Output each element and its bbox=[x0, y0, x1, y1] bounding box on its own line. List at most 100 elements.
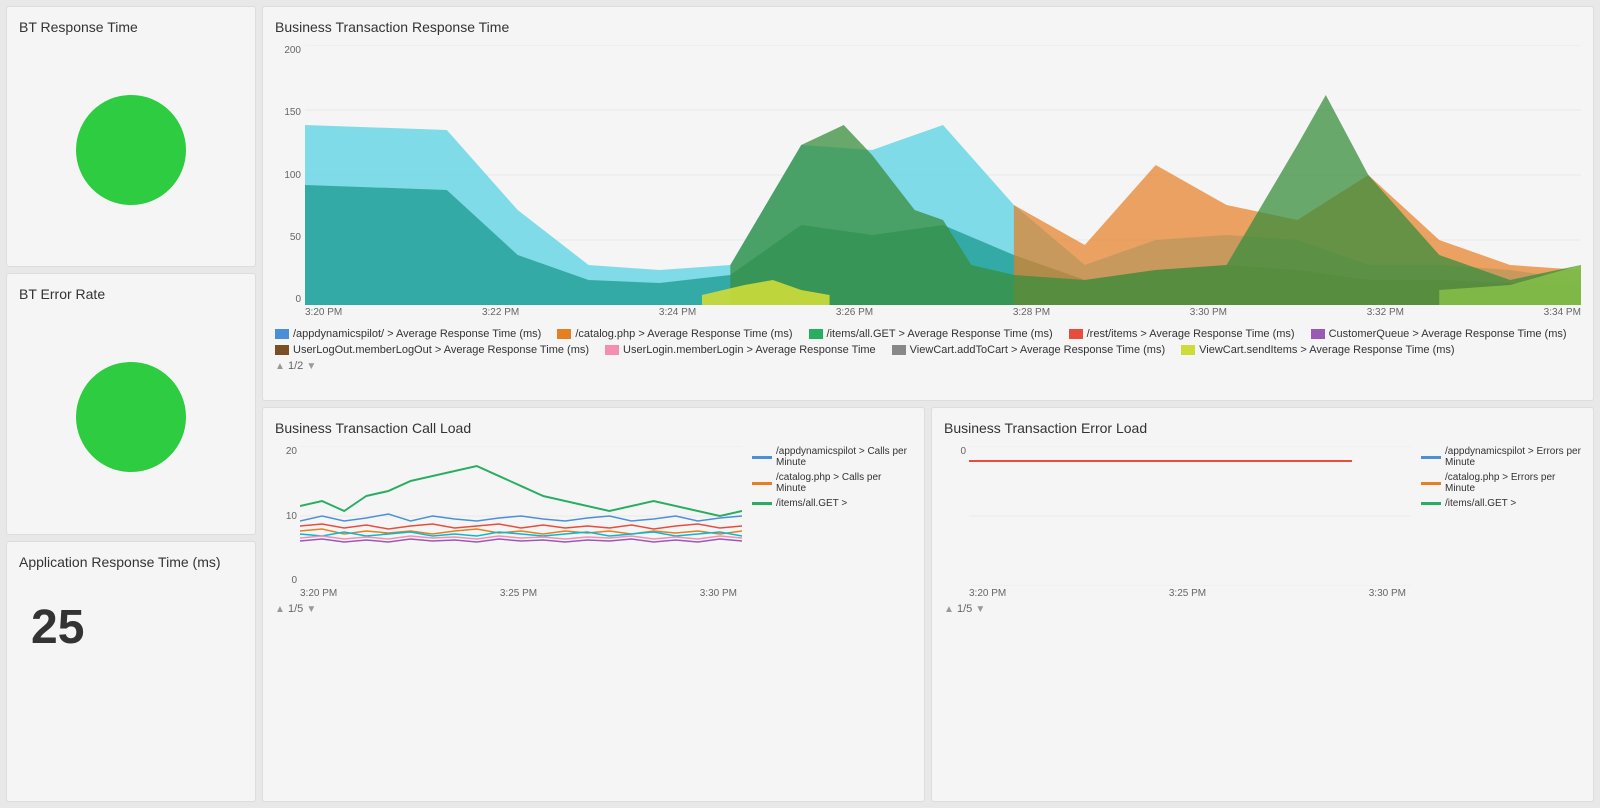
legend-label-itemsallget: /items/all.GET > Average Response Time (… bbox=[827, 328, 1053, 340]
x-label-320pm: 3:20 PM bbox=[305, 307, 342, 318]
legend-item-itemsallget: /items/all.GET > Average Response Time (… bbox=[809, 328, 1053, 340]
app-response-time-value: 25 bbox=[19, 600, 84, 655]
error-page-down-icon[interactable]: ▼ bbox=[975, 604, 985, 615]
bt-response-time-circle bbox=[76, 95, 186, 205]
legend-item-userlogout: UserLogOut.memberLogOut > Average Respon… bbox=[275, 344, 589, 356]
legend-color-catalogphp bbox=[557, 329, 571, 339]
call-legend-color-2 bbox=[752, 482, 772, 485]
error-legend-label-2: /catalog.php > Errors per Minute bbox=[1445, 472, 1581, 494]
call-x-325pm: 3:25 PM bbox=[500, 588, 537, 599]
left-column: BT Response Time BT Error Rate Applicati… bbox=[6, 6, 256, 802]
x-label-328pm: 3:28 PM bbox=[1013, 307, 1050, 318]
error-legend-catalogphp: /catalog.php > Errors per Minute bbox=[1421, 472, 1581, 494]
bt-response-page-label: 1/2 bbox=[288, 360, 303, 372]
legend-label-restitems: /rest/items > Average Response Time (ms) bbox=[1087, 328, 1295, 340]
error-legend-color-1 bbox=[1421, 456, 1441, 459]
legend-label-userlogin: UserLogin.memberLogin > Average Response… bbox=[623, 344, 876, 356]
call-x-330pm: 3:30 PM bbox=[700, 588, 737, 599]
call-load-page-nav: ▲ 1/5 ▼ bbox=[275, 603, 912, 615]
legend-color-userlogin bbox=[605, 345, 619, 355]
call-legend-catalogphp: /catalog.php > Calls per Minute bbox=[752, 472, 912, 494]
error-load-page-nav: ▲ 1/5 ▼ bbox=[944, 603, 1581, 615]
legend-color-userlogout bbox=[275, 345, 289, 355]
error-x-330pm: 3:30 PM bbox=[1369, 588, 1406, 599]
call-legend-appdynamicspilot: /appdynamicspilot > Calls per Minute bbox=[752, 446, 912, 468]
page-nav-up-icon[interactable]: ▲ bbox=[275, 361, 285, 372]
error-legend-appdynamicspilot: /appdynamicspilot > Errors per Minute bbox=[1421, 446, 1581, 468]
legend-color-restitems bbox=[1069, 329, 1083, 339]
y-label-200: 200 bbox=[275, 45, 301, 56]
error-legend-label-1: /appdynamicspilot > Errors per Minute bbox=[1445, 446, 1581, 468]
legend-label-userlogout: UserLogOut.memberLogOut > Average Respon… bbox=[293, 344, 589, 356]
bt-error-rate-panel: BT Error Rate bbox=[6, 273, 256, 534]
error-x-325pm: 3:25 PM bbox=[1169, 588, 1206, 599]
call-load-legend: /appdynamicspilot > Calls per Minute /ca… bbox=[742, 446, 912, 586]
error-legend-label-3: /items/all.GET > bbox=[1445, 498, 1516, 509]
y-label-0: 0 bbox=[275, 294, 301, 305]
error-legend-color-3 bbox=[1421, 502, 1441, 505]
x-label-332pm: 3:32 PM bbox=[1367, 307, 1404, 318]
legend-item-viewcart-add: ViewCart.addToCart > Average Response Ti… bbox=[892, 344, 1165, 356]
bt-call-load-title: Business Transaction Call Load bbox=[275, 420, 912, 436]
bt-call-load-panel: Business Transaction Call Load 20 10 0 bbox=[262, 407, 925, 802]
error-load-page-label: 1/5 bbox=[957, 603, 972, 615]
call-legend-itemsget: /items/all.GET > bbox=[752, 498, 912, 509]
call-load-page-label: 1/5 bbox=[288, 603, 303, 615]
bt-response-chart-title: Business Transaction Response Time bbox=[275, 19, 1581, 35]
call-legend-label-2: /catalog.php > Calls per Minute bbox=[776, 472, 912, 494]
legend-item-viewcart-send: ViewCart.sendItems > Average Response Ti… bbox=[1181, 344, 1454, 356]
legend-item-userlogin: UserLogin.memberLogin > Average Response… bbox=[605, 344, 876, 356]
bt-error-rate-title: BT Error Rate bbox=[19, 286, 105, 302]
bt-response-time-panel: BT Response Time bbox=[6, 6, 256, 267]
legend-color-viewcart-send bbox=[1181, 345, 1195, 355]
call-y-20: 20 bbox=[275, 446, 297, 457]
x-label-334pm: 3:34 PM bbox=[1544, 307, 1581, 318]
call-y-0: 0 bbox=[275, 575, 297, 586]
legend-item-customerqueue: CustomerQueue > Average Response Time (m… bbox=[1311, 328, 1567, 340]
x-label-326pm: 3:26 PM bbox=[836, 307, 873, 318]
y-label-150: 150 bbox=[275, 107, 301, 118]
bt-response-legend: /appdynamicspilot/ > Average Response Ti… bbox=[275, 328, 1581, 356]
app-response-time-panel: Application Response Time (ms) 25 bbox=[6, 541, 256, 802]
legend-label-catalogphp: /catalog.php > Average Response Time (ms… bbox=[575, 328, 792, 340]
bt-response-time-chart-panel: Business Transaction Response Time 200 1… bbox=[262, 6, 1594, 401]
bt-response-svg bbox=[305, 45, 1581, 305]
error-x-320pm: 3:20 PM bbox=[969, 588, 1006, 599]
call-x-320pm: 3:20 PM bbox=[300, 588, 337, 599]
bt-response-page-nav: ▲ 1/2 ▼ bbox=[275, 360, 1581, 372]
legend-color-customerqueue bbox=[1311, 329, 1325, 339]
error-y-0: 0 bbox=[944, 446, 966, 457]
error-page-up-icon[interactable]: ▲ bbox=[944, 604, 954, 615]
legend-item-catalogphp: /catalog.php > Average Response Time (ms… bbox=[557, 328, 792, 340]
call-legend-color-3 bbox=[752, 502, 772, 505]
legend-label-appdynamicspilot: /appdynamicspilot/ > Average Response Ti… bbox=[293, 328, 541, 340]
legend-color-viewcart-add bbox=[892, 345, 906, 355]
bt-error-load-chart-area: 0 /appdynamicspilot > E bbox=[944, 446, 1581, 586]
call-page-up-icon[interactable]: ▲ bbox=[275, 604, 285, 615]
call-legend-color-1 bbox=[752, 456, 772, 459]
bt-response-chart-container: 200 150 100 50 0 bbox=[275, 45, 1581, 318]
y-label-50: 50 bbox=[275, 232, 301, 243]
page-nav-down-icon[interactable]: ▼ bbox=[306, 361, 316, 372]
legend-color-appdynamicspilot bbox=[275, 329, 289, 339]
legend-item-appdynamicspilot: /appdynamicspilot/ > Average Response Ti… bbox=[275, 328, 541, 340]
bt-call-load-svg bbox=[300, 446, 742, 586]
legend-label-customerqueue: CustomerQueue > Average Response Time (m… bbox=[1329, 328, 1567, 340]
legend-label-viewcart-add: ViewCart.addToCart > Average Response Ti… bbox=[910, 344, 1165, 356]
legend-color-itemsallget bbox=[809, 329, 823, 339]
bt-call-load-chart-area: 20 10 0 bbox=[275, 446, 912, 586]
app-response-time-title: Application Response Time (ms) bbox=[19, 554, 221, 570]
y-label-100: 100 bbox=[275, 170, 301, 181]
x-label-324pm: 3:24 PM bbox=[659, 307, 696, 318]
bt-response-time-title: BT Response Time bbox=[19, 19, 138, 35]
legend-item-restitems: /rest/items > Average Response Time (ms) bbox=[1069, 328, 1295, 340]
x-label-322pm: 3:22 PM bbox=[482, 307, 519, 318]
legend-label-viewcart-send: ViewCart.sendItems > Average Response Ti… bbox=[1199, 344, 1454, 356]
call-legend-label-3: /items/all.GET > bbox=[776, 498, 847, 509]
error-load-legend: /appdynamicspilot > Errors per Minute /c… bbox=[1411, 446, 1581, 586]
call-y-10: 10 bbox=[275, 511, 297, 522]
error-legend-itemsget: /items/all.GET > bbox=[1421, 498, 1581, 509]
bt-error-load-svg bbox=[969, 446, 1411, 586]
bt-error-rate-circle bbox=[76, 362, 186, 472]
call-page-down-icon[interactable]: ▼ bbox=[306, 604, 316, 615]
